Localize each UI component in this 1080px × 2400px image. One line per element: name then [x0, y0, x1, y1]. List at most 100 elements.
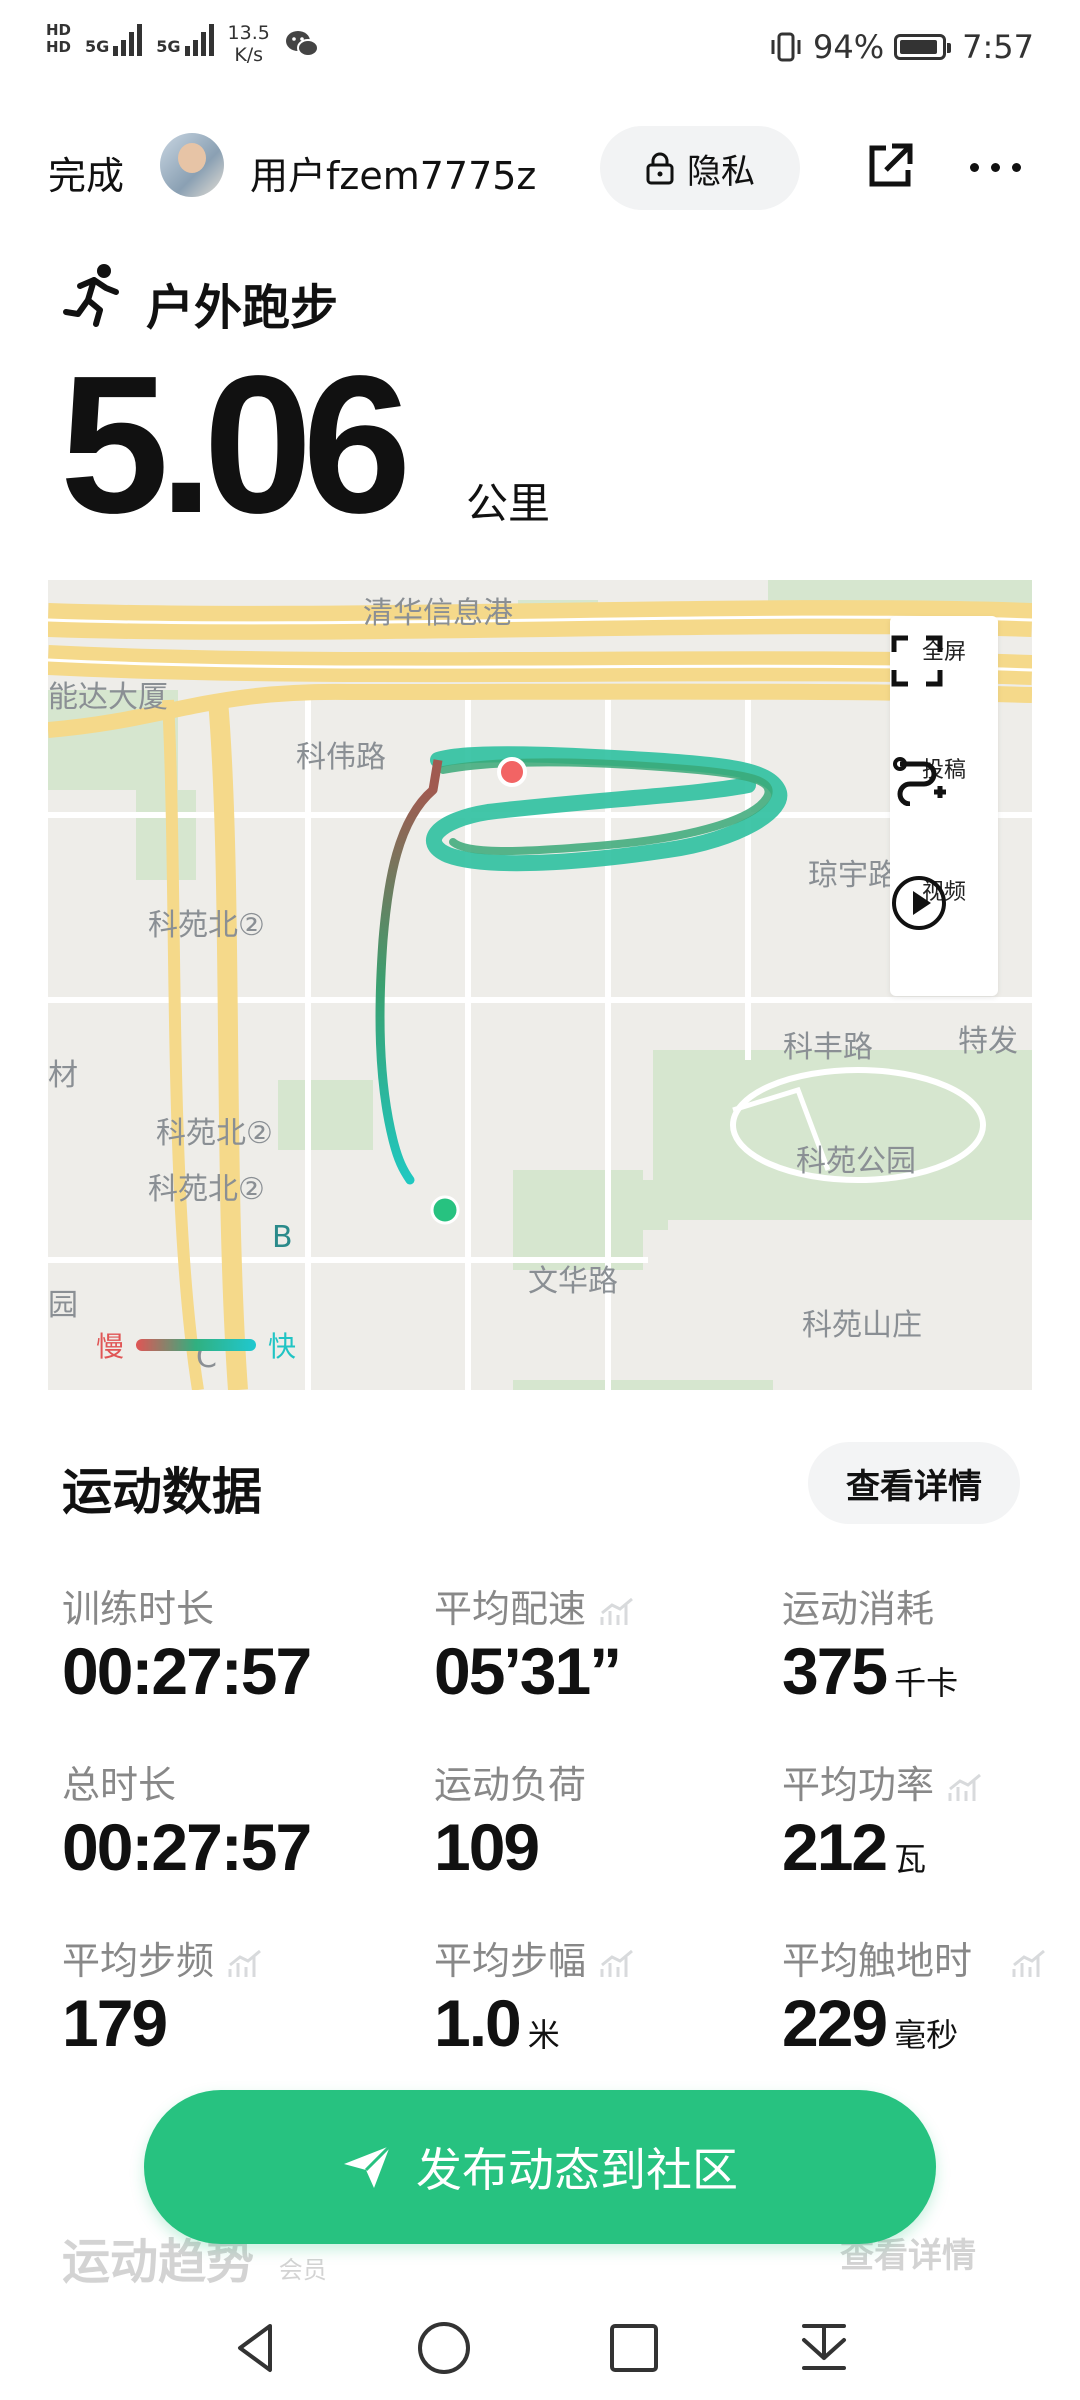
publish-button[interactable]: 发布动态到社区 — [144, 2090, 936, 2244]
sport-type-title: 户外跑步 — [146, 280, 339, 336]
stat-value-row: 212 瓦 — [782, 1809, 982, 1885]
stat-avg-cadence[interactable]: 平均步频 179 — [62, 1930, 262, 2061]
section-title: 运动数据 — [62, 1463, 262, 1521]
signal-bars-2-icon — [184, 22, 214, 56]
wechat-icon — [285, 31, 319, 57]
username[interactable]: 用户fzem7775z — [250, 145, 536, 200]
map-label-10: 科苑北② — [148, 1172, 265, 1207]
map-label-7: 科丰路 — [783, 1030, 873, 1065]
signal-2: 5G — [156, 22, 214, 56]
stat-unit: 瓦 — [894, 1840, 927, 1878]
stat-value: 229 — [782, 1986, 888, 2060]
stat-value: 00:27:57 — [62, 1810, 312, 1884]
share-icon[interactable] — [864, 140, 916, 192]
distance-value: 5.06 — [60, 335, 411, 554]
stat-value: 00:27:57 — [62, 1634, 312, 1708]
fullscreen-control[interactable]: 全屏 — [890, 634, 998, 687]
mini-chart-icon — [1012, 1949, 1045, 1977]
stat-value: 375 — [782, 1634, 888, 1708]
stat-label: 总时长 — [62, 1763, 177, 1807]
map-label-1: 清华信息港 — [363, 596, 513, 631]
legend-gradient — [136, 1339, 257, 1351]
view-details-button[interactable]: 查看详情 — [808, 1442, 1020, 1524]
distance-unit: 公里 — [466, 479, 551, 528]
network-type: HD HD — [46, 22, 71, 56]
mini-chart-icon — [600, 1949, 633, 1977]
legend-slow: 慢 — [96, 1330, 125, 1363]
system-nav-bar — [0, 2300, 1080, 2400]
stat-label: 运动消耗 — [782, 1587, 935, 1631]
stat-value: 179 — [62, 1986, 168, 2060]
stat-label: 训练时长 — [62, 1587, 215, 1631]
signal-1: 5G — [85, 22, 143, 56]
signal-1-label: 5G — [85, 37, 110, 56]
map-label-9: 科苑北② — [156, 1116, 273, 1151]
map-label-3: 科伟路 — [296, 740, 386, 775]
map-label-6: 材 — [48, 1058, 78, 1093]
stat-avg-pace[interactable]: 平均配速 05’31” — [434, 1578, 634, 1709]
map-label-11: 科苑公园 — [796, 1144, 916, 1179]
privacy-label: 隐私 — [687, 151, 755, 192]
send-icon — [344, 2144, 392, 2188]
mini-chart-icon — [948, 1773, 981, 1801]
stat-avg-power[interactable]: 平均功率 212 瓦 — [782, 1754, 982, 1885]
stat-label: 运动负荷 — [434, 1763, 587, 1807]
stat-label: 平均步频 — [62, 1939, 215, 1983]
signal-2-label: 5G — [156, 37, 181, 56]
stat-label-row: 平均功率 — [782, 1754, 982, 1809]
stat-total-duration: 总时长 00:27:57 — [62, 1754, 312, 1885]
more-icon[interactable] — [970, 163, 1021, 172]
stat-label-row: 平均配速 — [434, 1578, 634, 1633]
map-label-5: 科苑北② — [148, 908, 265, 943]
map-label-14: 文华路 — [528, 1264, 618, 1299]
pace-legend: 慢 快 — [96, 1325, 296, 1365]
video-control[interactable]: 视频 — [890, 874, 998, 930]
map-label-8: 特发 — [958, 1024, 1018, 1059]
net-speed-value: 13.5 — [227, 22, 270, 44]
fullscreen-icon — [891, 635, 943, 687]
stat-value: 05’31” — [434, 1634, 622, 1708]
stat-training-load: 运动负荷 109 — [434, 1754, 586, 1885]
net-label-2: HD — [46, 38, 72, 56]
avatar[interactable] — [160, 133, 224, 197]
member-badge: 会员 — [278, 2256, 327, 2284]
stat-label: 平均触地时 — [782, 1939, 973, 1983]
map-label-16: 科苑山庄 — [802, 1308, 922, 1343]
stat-unit: 毫秒 — [894, 2016, 959, 2054]
stat-value: 1.0 — [434, 1986, 522, 2060]
vibrate-icon — [771, 32, 801, 62]
stat-label-row: 平均触地时 — [782, 1930, 1046, 1985]
map-label-4: 琼宇路 — [808, 858, 898, 893]
back-icon[interactable] — [226, 2318, 286, 2378]
stat-avg-stride[interactable]: 平均步幅 1.0 米 — [434, 1930, 634, 2061]
net-label-1: HD — [46, 21, 72, 39]
home-icon[interactable] — [414, 2318, 474, 2378]
stat-unit: 米 — [527, 2016, 560, 2054]
net-speed: 13.5 K/s — [228, 22, 270, 66]
stat-value: 212 — [782, 1810, 888, 1884]
status-left: HD HD 5G 5G 13.5 K/s — [46, 22, 320, 66]
stat-ground-contact[interactable]: 平均触地时 229 毫秒 — [782, 1930, 1046, 2061]
notification-dropdown-icon[interactable] — [794, 2318, 854, 2378]
battery-percent: 94% — [813, 28, 885, 66]
stat-label: 平均步幅 — [434, 1939, 587, 1983]
map-label-12: B — [272, 1220, 293, 1255]
recents-icon[interactable] — [604, 2318, 664, 2378]
net-speed-unit: K/s — [234, 44, 264, 66]
submit-control[interactable]: 投稿 — [890, 752, 998, 806]
stat-value-row: 229 毫秒 — [782, 1985, 1046, 2061]
stat-label: 平均功率 — [782, 1763, 935, 1807]
legend-fast: 快 — [268, 1330, 297, 1363]
stat-training-duration: 训练时长 00:27:57 — [62, 1578, 312, 1709]
done-button[interactable]: 完成 — [48, 145, 124, 200]
stat-value-row: 375 千卡 — [782, 1633, 958, 1709]
clock: 7:57 — [962, 28, 1034, 66]
battery-icon — [894, 34, 952, 60]
stat-value: 109 — [434, 1810, 540, 1884]
route-map[interactable]: 清华信息港 能达大厦 科伟路 琼宇路 科苑北② 材 科丰路 特发 科苑北② 科苑… — [48, 580, 1032, 1390]
play-video-icon — [892, 876, 946, 930]
stat-calories: 运动消耗 375 千卡 — [782, 1578, 958, 1709]
stat-label-row: 平均步频 — [62, 1930, 262, 1985]
stat-unit: 千卡 — [894, 1664, 959, 1702]
privacy-button[interactable]: 隐私 — [600, 126, 800, 210]
